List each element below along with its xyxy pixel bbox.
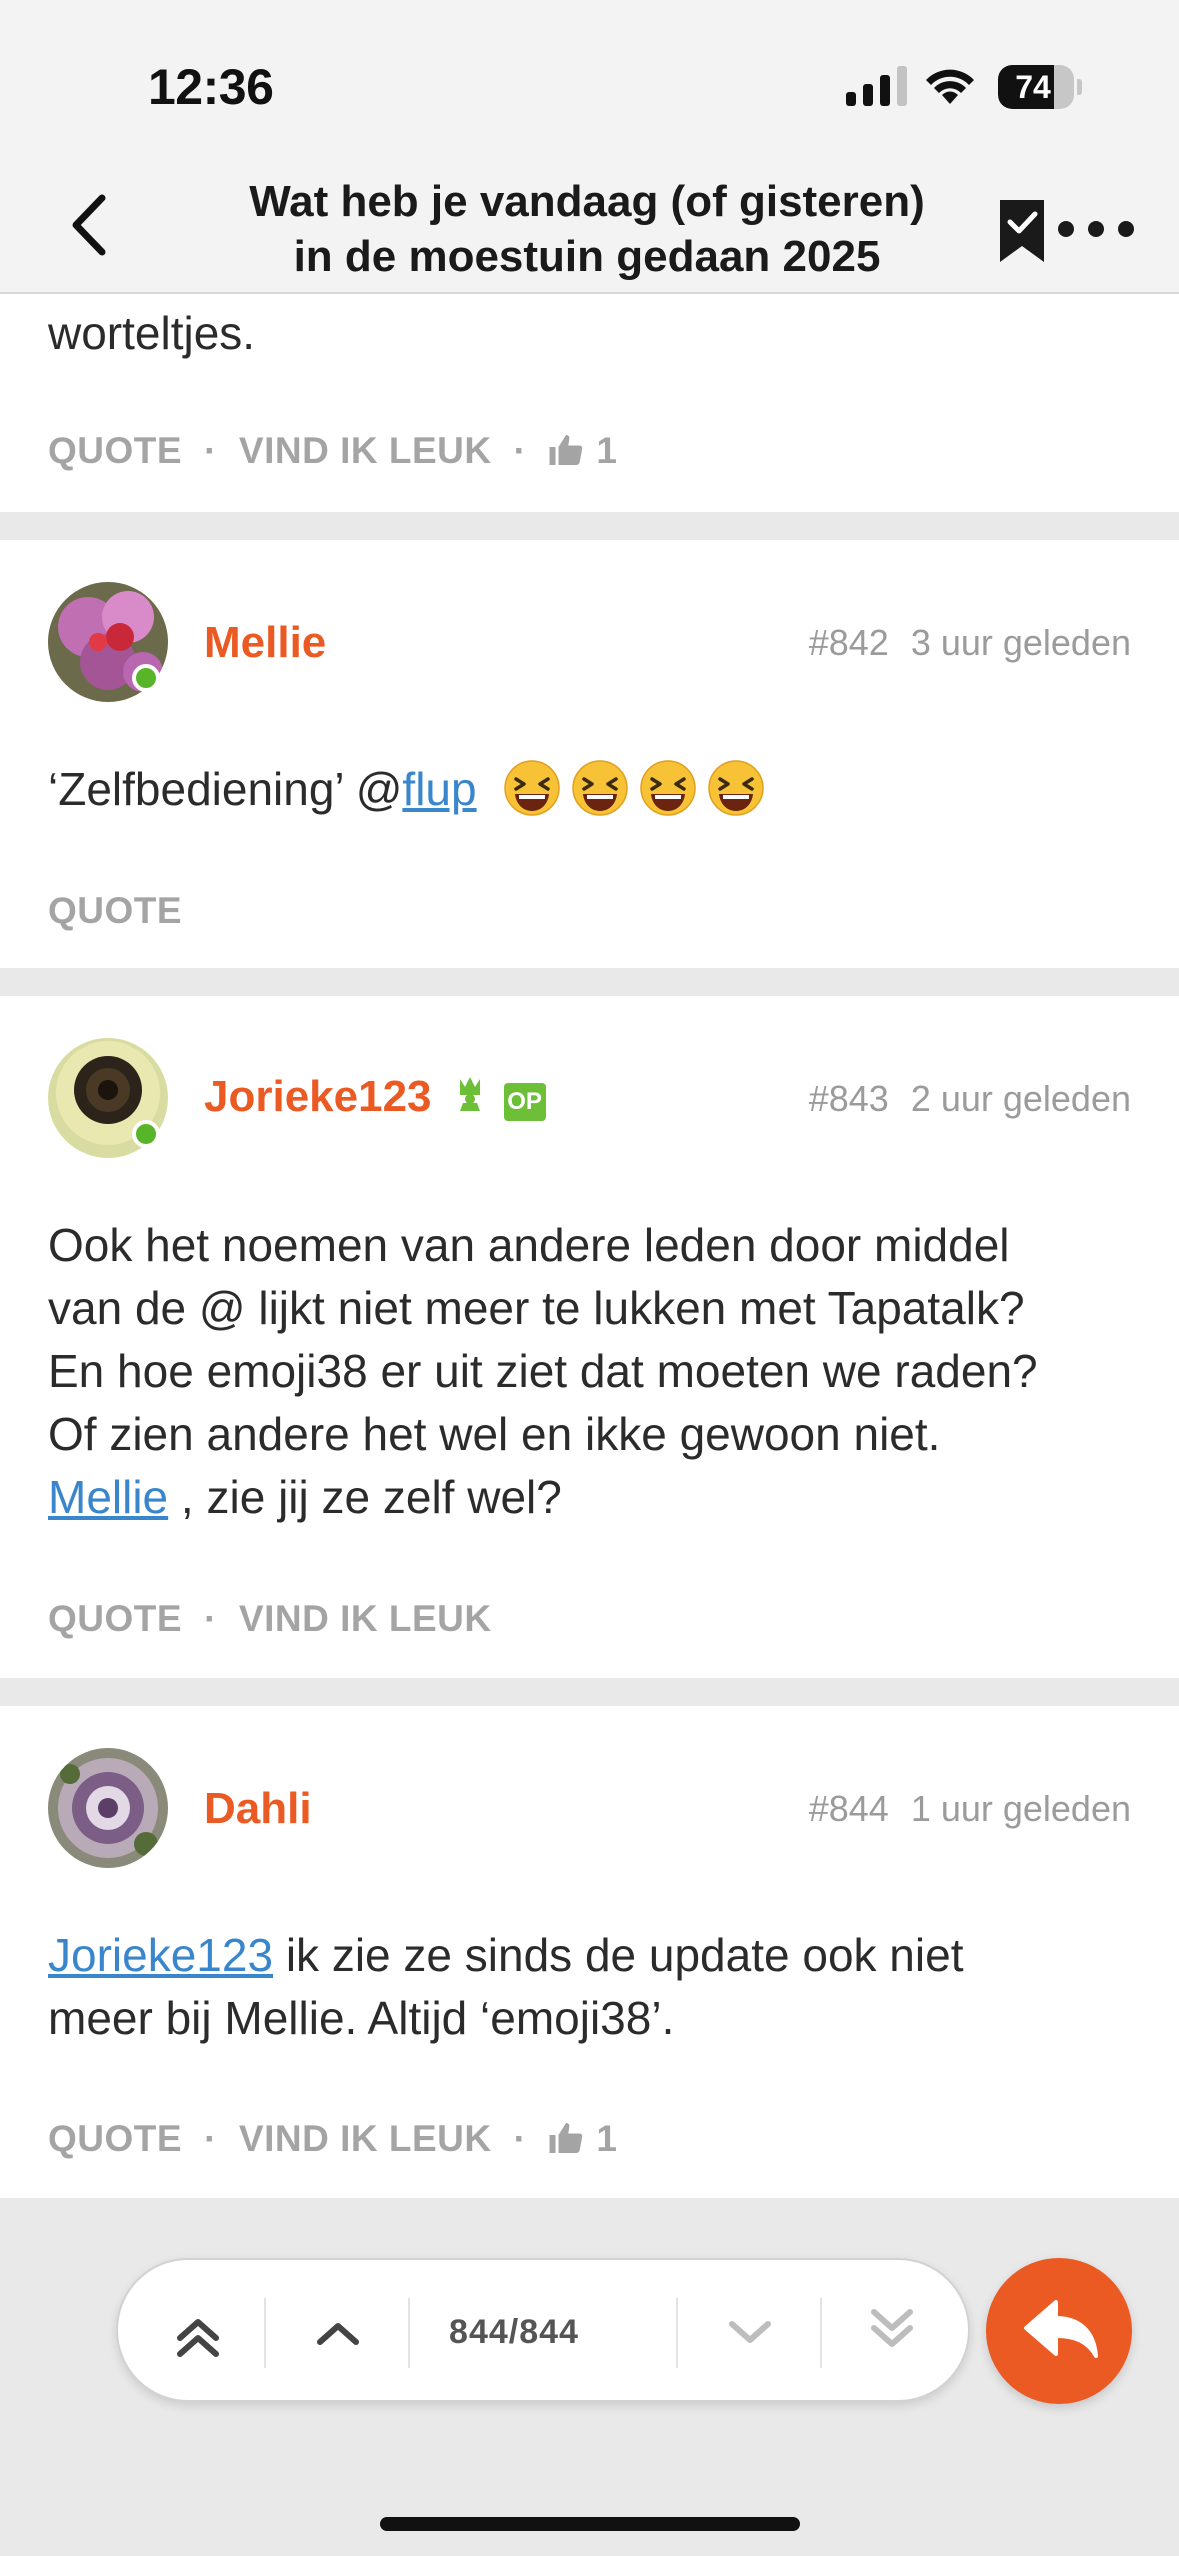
- like-count: 1: [596, 2118, 618, 2159]
- wifi-icon: [926, 69, 974, 104]
- quote-button[interactable]: QUOTE: [48, 430, 182, 471]
- back-chevron-icon[interactable]: [62, 190, 122, 260]
- laughing-emoji-icon: [640, 760, 697, 816]
- quote-button[interactable]: QUOTE: [48, 1598, 182, 1639]
- post-actions: QUOTE: [48, 890, 182, 932]
- avatar[interactable]: [48, 1748, 168, 1868]
- reply-button[interactable]: [986, 2258, 1132, 2404]
- post-time: 1 uur geleden: [910, 1788, 1131, 1829]
- author-name[interactable]: Mellie: [204, 618, 326, 668]
- cellular-signal-icon: [846, 66, 907, 106]
- post-position[interactable]: 844/844: [414, 2260, 614, 2404]
- post-actions: QUOTE · VIND IK LEUK: [48, 1598, 492, 1639]
- reply-icon: [1024, 2300, 1098, 2358]
- laughing-emoji-icon: [572, 760, 629, 816]
- post-text: ‘Zelfbediening’ @: [48, 763, 403, 815]
- nav-bar: Wat heb je vandaag (of gisteren) in de m…: [0, 160, 1179, 294]
- thumbs-up-icon: [549, 2123, 583, 2153]
- jump-to-first-icon[interactable]: [158, 2260, 238, 2404]
- laughing-emoji-icon: [708, 760, 765, 816]
- post-actions: QUOTE · VIND IK LEUK · 1: [48, 430, 618, 471]
- thumbs-up-icon: [549, 435, 583, 465]
- post-text: ik zie ze sinds de update ook niet: [273, 1929, 964, 1981]
- post-pager: 844/844: [116, 2258, 970, 2402]
- post-number: #843: [808, 1078, 889, 1119]
- previous-post-icon[interactable]: [298, 2260, 378, 2404]
- mention-link[interactable]: Jorieke123: [48, 1929, 273, 1981]
- like-button[interactable]: VIND IK LEUK: [239, 2118, 492, 2159]
- home-indicator: [380, 2517, 800, 2531]
- post-text-line: van de @ lijkt niet meer te lukken met T…: [48, 1282, 1025, 1334]
- bookmark-check-icon[interactable]: [996, 196, 1052, 266]
- status-bar: 12:36 74: [0, 0, 1179, 160]
- post-meta: #843 2 uur geleden: [809, 1078, 1131, 1120]
- laughing-emoji-icon: [504, 760, 561, 816]
- online-indicator: [132, 1120, 160, 1148]
- battery-icon: 74: [998, 65, 1082, 109]
- like-count: 1: [596, 430, 618, 471]
- post-actions: QUOTE · VIND IK LEUK · 1: [48, 2118, 618, 2159]
- like-button[interactable]: VIND IK LEUK: [239, 1598, 492, 1639]
- post-meta: #844 1 uur geleden: [809, 1788, 1131, 1830]
- quote-button[interactable]: QUOTE: [48, 890, 182, 931]
- post-text-line: En hoe emoji38 er uit ziet dat moeten we…: [48, 1345, 1038, 1397]
- battery-level: 74: [1015, 69, 1051, 105]
- post-body: Ook het noemen van andere leden door mid…: [48, 1214, 1138, 1529]
- post-text: , zie jij ze zelf wel?: [168, 1471, 562, 1523]
- next-post-icon[interactable]: [710, 2260, 790, 2404]
- author-name[interactable]: Dahli: [204, 1784, 312, 1834]
- mention-link[interactable]: Mellie: [48, 1471, 168, 1523]
- post-meta: #842 3 uur geleden: [809, 622, 1131, 664]
- author-name[interactable]: Jorieke123: [204, 1072, 432, 1121]
- post-text: worteltjes.: [48, 307, 256, 359]
- status-time: 12:36: [148, 59, 274, 115]
- mention-link[interactable]: flup: [402, 763, 476, 815]
- post-text-line: meer bij Mellie. Altijd ‘emoji38’.: [48, 1992, 675, 2044]
- post-842: Mellie #842 3 uur geleden ‘Zelfbediening’…: [0, 540, 1179, 968]
- post-time: 3 uur geleden: [910, 622, 1131, 663]
- post-843: Jorieke123 OP #843 2 uur geleden Ook het n…: [0, 996, 1179, 1678]
- post-body: Jorieke123 ik zie ze sinds de update ook…: [48, 1924, 1138, 2050]
- like-button[interactable]: VIND IK LEUK: [239, 430, 492, 471]
- jump-to-last-icon[interactable]: [852, 2260, 932, 2404]
- author-name-row: Jorieke123 OP: [204, 1072, 546, 1122]
- page-title: Wat heb je vandaag (of gisteren) in de m…: [249, 177, 925, 281]
- post-time: 2 uur geleden: [910, 1078, 1131, 1119]
- op-badge: OP: [503, 1083, 546, 1121]
- quote-button[interactable]: QUOTE: [48, 2118, 182, 2159]
- post-number: #842: [808, 622, 889, 663]
- more-options-icon[interactable]: [1054, 204, 1138, 254]
- post-body: worteltjes.: [48, 302, 1138, 365]
- post-number: #844: [808, 1788, 889, 1829]
- moderator-badge-icon: [459, 1077, 480, 1111]
- post-844: Dahli #844 1 uur geleden Jorieke123 ik zi…: [0, 1706, 1179, 2198]
- online-indicator: [132, 664, 160, 692]
- post-text-line: Ook het noemen van andere leden door mid…: [48, 1219, 1010, 1271]
- post-body: ‘Zelfbediening’ @flup: [48, 758, 1138, 821]
- post-text-line: Of zien andere het wel en ikke gewoon ni…: [48, 1408, 941, 1460]
